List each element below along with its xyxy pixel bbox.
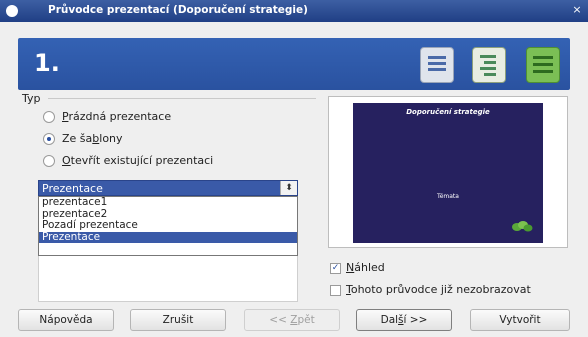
- group-divider: [48, 98, 316, 99]
- radio-open-existing[interactable]: [43, 155, 55, 167]
- template-list-box[interactable]: [38, 256, 298, 302]
- create-button[interactable]: Vytvořit: [470, 309, 570, 331]
- window-title: Průvodce prezentací (Doporučení strategi…: [48, 4, 308, 16]
- type-group-label: Typ: [22, 92, 41, 105]
- dont-show-again-checkbox[interactable]: [330, 285, 341, 296]
- leaf-cluster-icon: [512, 221, 533, 232]
- help-button[interactable]: Nápověda: [18, 309, 114, 331]
- dropdown-option-highlighted[interactable]: Prezentace: [39, 231, 297, 243]
- step-banner: 1.: [18, 38, 570, 90]
- radio-from-template[interactable]: [43, 133, 55, 145]
- dropdown-option[interactable]: Pozadí prezentace: [39, 219, 297, 232]
- template-category-select[interactable]: Prezentace ⬍: [38, 180, 298, 196]
- radio-label-open-existing[interactable]: Otevřít existující prezentaci: [62, 154, 213, 167]
- template-category-dropdown[interactable]: prezentace1 prezentace2 Pozadí prezentac…: [38, 196, 298, 256]
- outline-icon: [472, 47, 506, 83]
- close-icon[interactable]: ×: [570, 3, 584, 17]
- slide-body: Témata: [437, 193, 459, 200]
- radio-empty-presentation[interactable]: [43, 111, 55, 123]
- step-number: 1.: [34, 49, 60, 77]
- preview-frame: Doporučení strategie Témata: [328, 96, 568, 248]
- dropdown-option[interactable]: prezentace1: [39, 196, 297, 209]
- preview-checkbox-label[interactable]: Náhled: [346, 261, 385, 274]
- list-icon: [420, 47, 454, 83]
- select-value: Prezentace: [42, 182, 103, 195]
- slide-title: Doporučení strategie: [406, 108, 490, 116]
- dont-show-again-label[interactable]: Tohoto průvodce již nezobrazovat: [346, 283, 531, 296]
- window-titlebar: Průvodce prezentací (Doporučení strategi…: [0, 0, 588, 22]
- app-icon: [6, 5, 18, 17]
- green-notes-icon: [526, 47, 560, 83]
- radio-label-empty-presentation[interactable]: Prázdná prezentace: [62, 110, 171, 123]
- cancel-button[interactable]: Zrušit: [130, 309, 226, 331]
- next-button[interactable]: Další >>: [356, 309, 452, 331]
- slide-preview: Doporučení strategie Témata: [353, 103, 543, 243]
- radio-label-from-template[interactable]: Ze šablony: [62, 132, 123, 145]
- preview-checkbox[interactable]: ✓: [330, 263, 341, 274]
- select-arrow-icon[interactable]: ⬍: [280, 181, 297, 195]
- back-button[interactable]: << Zpět: [244, 309, 340, 331]
